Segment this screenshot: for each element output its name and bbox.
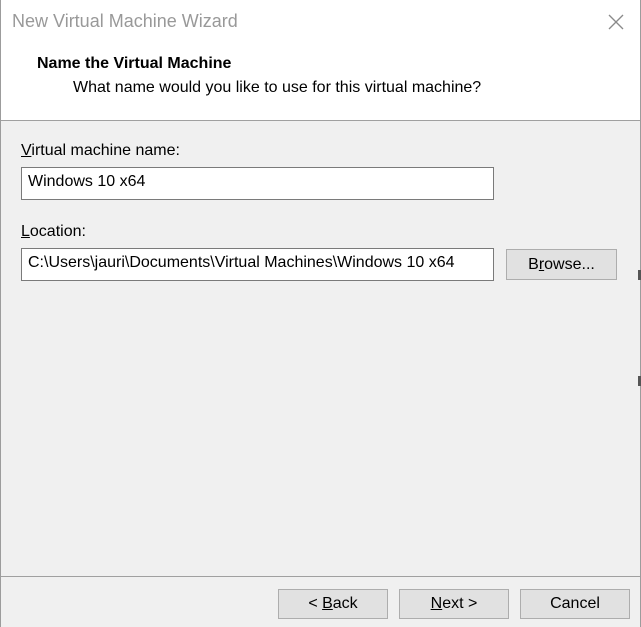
close-icon: [608, 14, 624, 30]
next-label-accel: N: [430, 595, 443, 612]
back-label-pre: <: [308, 595, 323, 612]
back-label-rest: ack: [332, 595, 358, 612]
wizard-window: New Virtual Machine Wizard Name the Virt…: [0, 0, 641, 627]
vm-name-label-text: irtual machine name:: [31, 142, 180, 159]
vm-name-label-accel: V: [21, 142, 32, 159]
vm-name-label: Virtual machine name:: [21, 142, 180, 160]
footer-divider: [0, 576, 641, 577]
cancel-button[interactable]: Cancel: [520, 589, 630, 619]
wizard-header: Name the Virtual Machine What name would…: [0, 45, 641, 121]
next-label-rest: ext >: [442, 595, 478, 612]
location-label-text: ocation:: [29, 223, 86, 240]
location-label: Location:: [21, 223, 86, 241]
window-title: New Virtual Machine Wizard: [12, 11, 238, 31]
browse-label-pre: B: [528, 255, 539, 273]
close-button[interactable]: [596, 4, 636, 40]
page-title: Name the Virtual Machine: [37, 55, 232, 72]
back-label-accel: B: [322, 595, 333, 612]
browse-button[interactable]: Br owse...: [506, 249, 617, 280]
next-button[interactable]: Next >: [399, 589, 509, 619]
title-bar: New Virtual Machine Wizard: [0, 0, 641, 45]
browse-label-rest: owse...: [544, 255, 595, 273]
back-button[interactable]: < Back: [278, 589, 388, 619]
vm-name-field[interactable]: Windows 10 x64: [21, 167, 494, 200]
page-subtitle: What name would you like to use for this…: [73, 79, 482, 96]
location-field[interactable]: C:\Users\jauri\Documents\Virtual Machine…: [21, 248, 494, 281]
location-label-accel: L: [21, 223, 30, 240]
